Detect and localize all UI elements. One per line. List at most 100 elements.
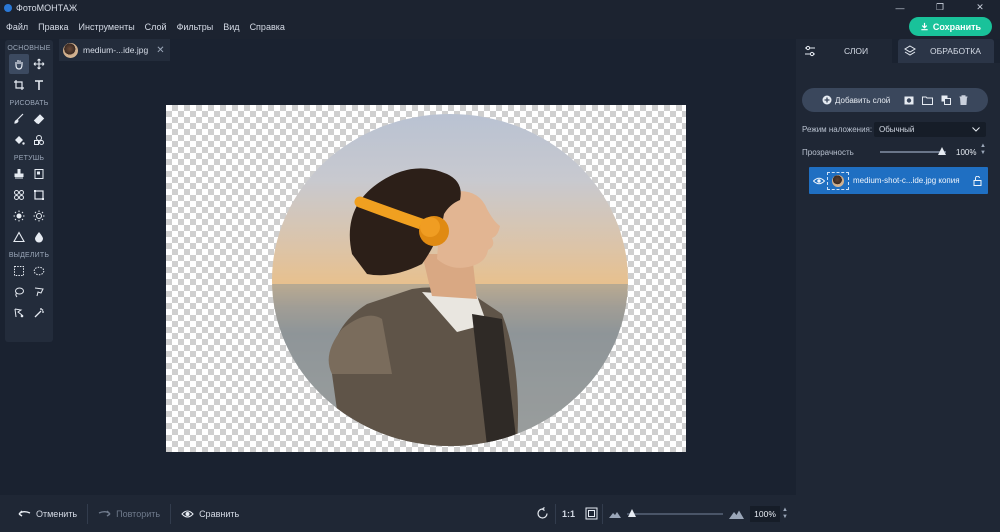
ellipse-select-icon [33,266,45,276]
frame-tool[interactable] [29,185,49,205]
stepper-down-icon[interactable]: ▼ [782,514,788,521]
crop-tool[interactable] [9,75,29,95]
delete-layer-icon[interactable] [959,95,968,105]
move-tool[interactable] [29,54,49,74]
eye-icon[interactable] [813,177,825,185]
section-select: ВЫДЕЛИТЬ [8,252,50,259]
menu-tools[interactable]: Инструменты [79,22,135,32]
folder-icon[interactable] [922,95,934,105]
zoom-value-input[interactable]: 100% [750,505,781,522]
duplicate-layer-icon[interactable] [941,95,952,105]
compare-label: Сравнить [199,508,240,519]
section-basic: ОСНОВНЫЕ [7,45,51,52]
menu-help[interactable]: Справка [250,22,285,32]
magnetic-lasso-tool[interactable] [9,303,29,323]
patch-icon [34,169,44,179]
redo-icon [98,510,111,517]
healing-tool[interactable] [9,185,29,205]
opacity-value[interactable]: 100% [956,148,976,157]
rotate-button[interactable] [530,503,555,525]
close-icon[interactable]: ✕ [960,0,1000,15]
rect-select-tool[interactable] [9,261,29,281]
brighten-tool[interactable] [9,206,29,226]
zoom-slider[interactable] [627,507,724,521]
app-logo-icon [4,3,12,12]
blur-tool[interactable] [29,227,49,247]
panel-tabs: СЛОИ ОБРАБОТКА [796,39,1000,63]
chevron-down-icon [972,127,980,132]
maximize-icon[interactable]: ❐ [920,0,960,15]
stepper-up-icon[interactable]: ▲ [782,507,788,514]
magic-wand-icon [34,308,44,318]
stepper-down-icon[interactable]: ▼ [980,150,986,157]
save-button[interactable]: Сохранить [909,17,992,36]
opacity-slider-thumb[interactable] [938,147,946,155]
close-tab-icon[interactable]: ✕ [156,45,164,56]
patch-tool[interactable] [29,164,49,184]
ellipse-select-tool[interactable] [29,261,49,281]
lasso-tool[interactable] [9,282,29,302]
stepper-up-icon[interactable]: ▲ [980,143,986,150]
sun-outline-icon [33,210,45,222]
move-icon [33,58,45,70]
zoom-slider-track [627,512,724,515]
zoom-slider-thumb[interactable] [627,508,636,517]
menu-edit[interactable]: Правка [38,22,68,32]
fit-screen-button[interactable] [581,503,602,525]
shapes-tool[interactable] [29,130,49,150]
eraser-tool[interactable] [29,109,49,129]
sharpen-tool[interactable] [9,227,29,247]
sun-icon [13,210,25,222]
plus-circle-icon [822,95,832,105]
zoom-stepper[interactable]: ▲ ▼ [782,507,788,521]
tab-processing[interactable]: ОБРАБОТКА [898,39,994,63]
mountain-large-icon [729,510,745,519]
save-label: Сохранить [932,21,982,32]
eye-icon [181,509,194,518]
undo-icon [18,510,31,517]
menu-file[interactable]: Файл [6,22,28,32]
image-canvas[interactable] [166,105,686,452]
hand-icon [15,60,23,70]
sliders-icon [805,45,815,57]
text-tool[interactable] [29,75,49,95]
redo-button[interactable]: Повторить [88,503,170,525]
blend-mode-value: Обычный [879,125,915,134]
unlock-icon[interactable] [973,176,982,186]
layer-mask-icon[interactable] [904,95,914,105]
menu-layer[interactable]: Слой [145,22,167,32]
lasso-icon [15,287,24,298]
layer-item[interactable]: medium-shot-c...ide.jpg копия [809,167,988,194]
opacity-slider[interactable] [880,145,946,159]
undo-button[interactable]: Отменить [8,503,87,525]
magic-wand-tool[interactable] [29,303,49,323]
add-layer-button[interactable]: Добавить слой [822,95,890,105]
zoom-out-button[interactable] [603,503,627,525]
toolbox: ОСНОВНЫЕ РИСОВАТЬ РЕТУШЬ ВЫДЕЛИТЬ [5,40,53,342]
layer-actions-bar: Добавить слой [802,88,988,112]
fill-tool[interactable] [9,130,29,150]
brush-tool[interactable] [9,109,29,129]
zoom-in-button[interactable] [723,503,750,525]
tab-layers[interactable]: СЛОИ [796,39,892,63]
darken-tool[interactable] [29,206,49,226]
menu-view[interactable]: Вид [223,22,239,32]
stamp-icon [14,169,24,179]
minimize-icon[interactable]: — [880,0,920,15]
redo-label: Повторить [116,508,161,519]
triangle-icon [13,231,25,243]
stamp-tool[interactable] [9,164,29,184]
canvas-area[interactable] [56,61,794,495]
eraser-icon [33,114,45,125]
blend-mode-select[interactable]: Обычный [874,122,986,137]
compare-button[interactable]: Сравнить [171,503,249,525]
hand-tool[interactable] [9,54,29,74]
right-panel: СЛОИ ОБРАБОТКА Добавить слой Режим налож… [796,39,1000,532]
window-title: ФотоМОНТАЖ [16,2,78,13]
document-tab[interactable]: medium-...ide.jpg ✕ [59,39,170,61]
menu-filters[interactable]: Фильтры [177,22,214,32]
section-draw: РИСОВАТЬ [9,100,49,107]
opacity-stepper[interactable]: ▲ ▼ [980,143,986,157]
actual-size-button[interactable]: 1:1 [556,503,581,525]
polygon-lasso-tool[interactable] [29,282,49,302]
